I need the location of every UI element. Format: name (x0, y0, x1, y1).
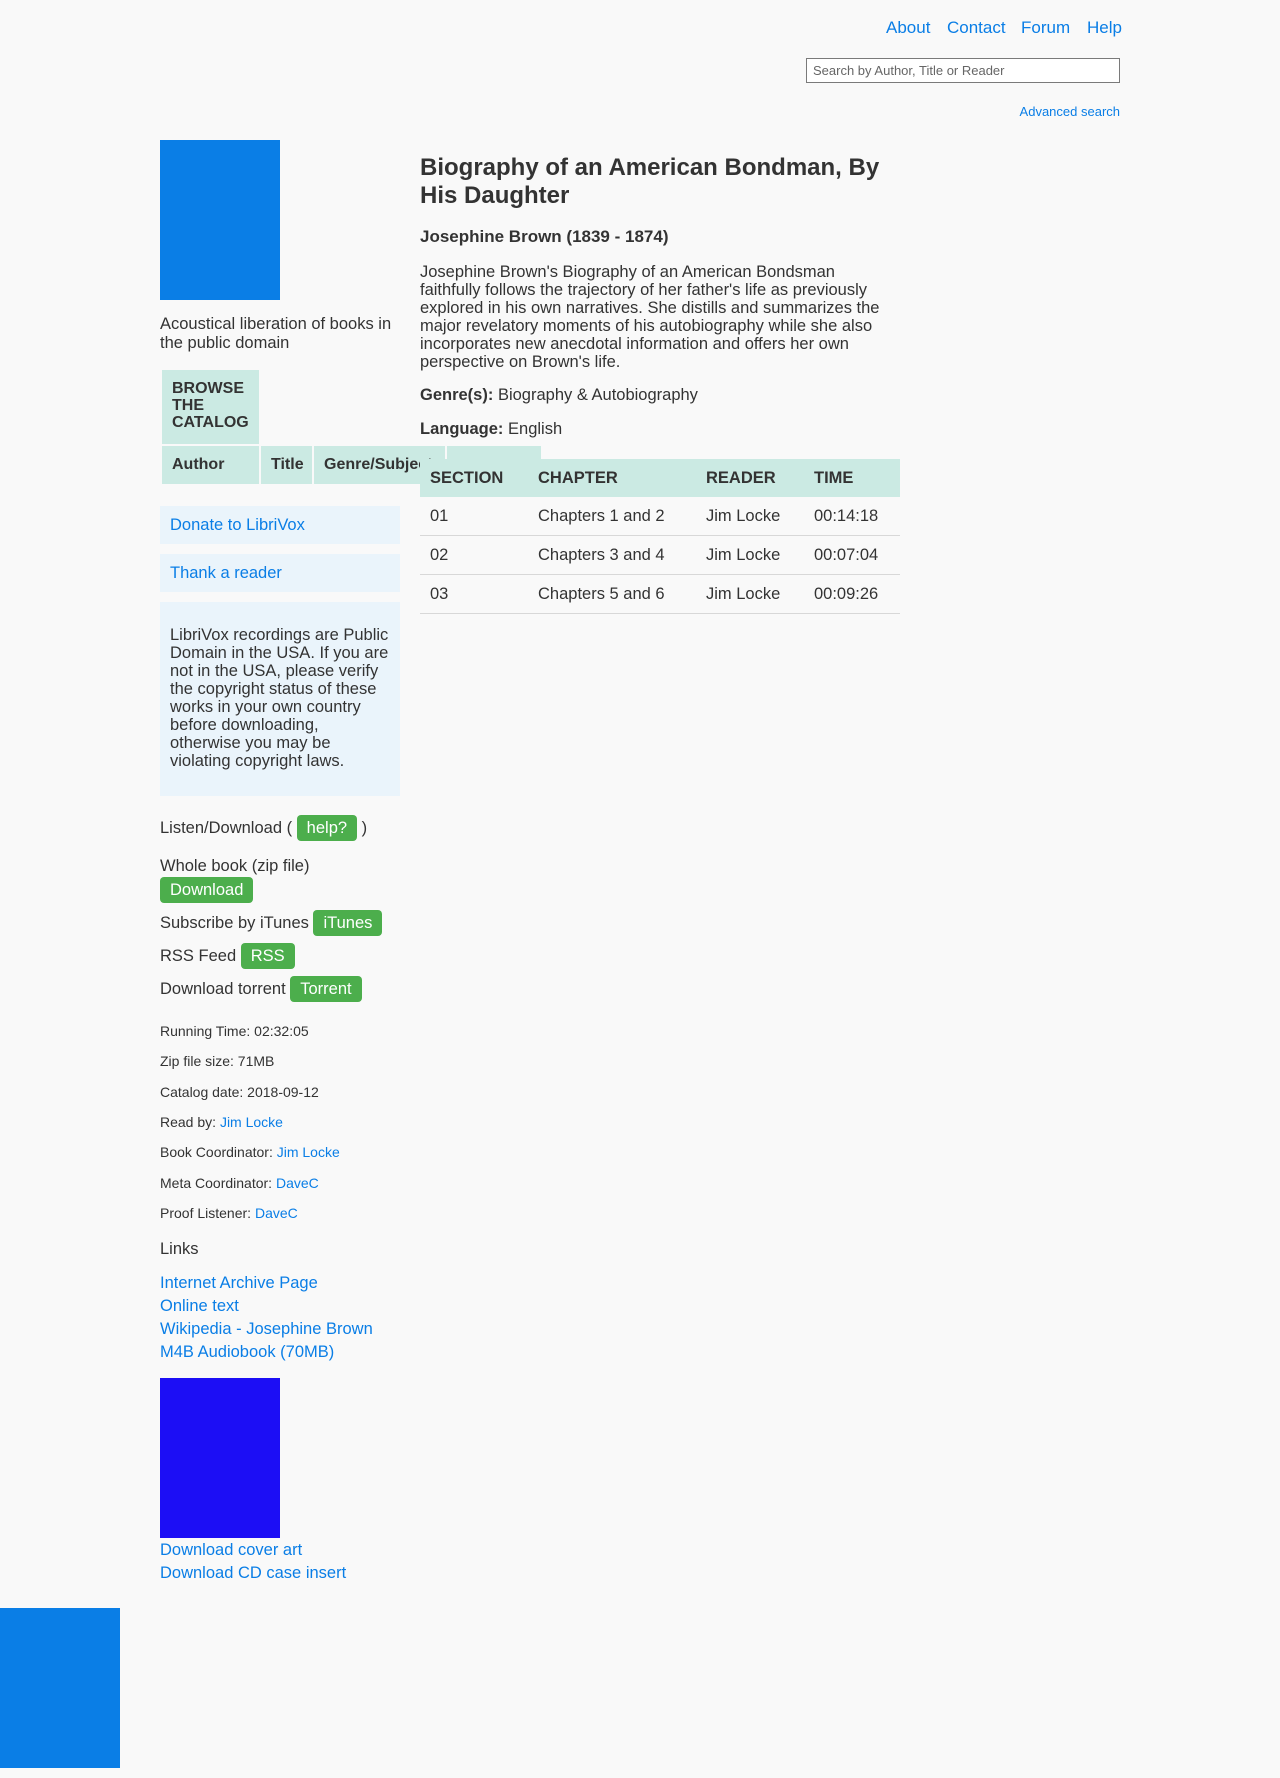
torrent-label: Download torrent (160, 980, 286, 998)
donate-box: Donate to LibriVox (160, 506, 400, 544)
sections-table: SECTION CHAPTER READER TIME 01 Chapters … (420, 459, 900, 614)
genre-label: Genre(s): (420, 386, 494, 404)
links-heading: Links (160, 1240, 199, 1258)
running-time: Running Time: 02:32:05 (160, 1023, 309, 1039)
reader-link[interactable]: Jim Locke (706, 507, 780, 525)
table-row: 03 Chapters 5 and 6 Jim Locke 00:09:26 (420, 574, 900, 614)
table-row: 01 Chapters 1 and 2 Jim Locke 00:14:18 (420, 497, 900, 536)
zip-file-size: Zip file size: 71MB (160, 1053, 275, 1069)
itunes-row: Subscribe by iTunes iTunes (160, 910, 383, 936)
thank-reader-link[interactable]: Thank a reader (170, 564, 282, 582)
rss-row: RSS Feed RSS (160, 943, 295, 969)
time-column-header: TIME (804, 459, 900, 497)
m4b-audiobook-link[interactable]: M4B Audiobook (70MB) (160, 1341, 373, 1364)
chapter-link[interactable]: Chapters 1 and 2 (538, 507, 665, 525)
chapter-column-header: CHAPTER (528, 459, 696, 497)
itunes-button[interactable]: iTunes (313, 910, 383, 936)
internet-archive-link[interactable]: Internet Archive Page (160, 1272, 373, 1295)
book-author: Josephine Brown (1839 - 1874) (420, 227, 669, 246)
download-cover-art-link[interactable]: Download cover art (160, 1539, 346, 1562)
listen-download-row: Listen/Download ( help? ) (160, 815, 367, 841)
thank-reader-box: Thank a reader (160, 554, 400, 592)
read-by: Read by: Jim Locke (160, 1114, 283, 1130)
proof-listener: Proof Listener: DaveC (160, 1205, 298, 1221)
links-list: Internet Archive Page Online text Wikipe… (160, 1272, 373, 1364)
chapter-link[interactable]: Chapters 5 and 6 (538, 585, 665, 603)
logo-image[interactable] (160, 140, 280, 300)
reader-link[interactable]: Jim Locke (706, 546, 780, 564)
section-column-header: SECTION (420, 459, 528, 497)
meta-coordinator-link[interactable]: DaveC (276, 1175, 319, 1191)
read-by-label: Read by: (160, 1114, 217, 1130)
proof-listener-label: Proof Listener: (160, 1205, 252, 1221)
search-input[interactable]: Search by Author, Title or Reader (806, 58, 1120, 83)
reader-column-header: READER (696, 459, 804, 497)
browse-title-tab[interactable]: Title (261, 446, 312, 484)
reader-link[interactable]: Jim Locke (706, 585, 780, 603)
section-time: 00:07:04 (804, 535, 900, 575)
help-button[interactable]: help? (296, 815, 358, 841)
cover-art-image[interactable] (160, 1378, 280, 1538)
table-row: 02 Chapters 3 and 4 Jim Locke 00:07:04 (420, 535, 900, 575)
advanced-search-link[interactable]: Advanced search (1020, 104, 1120, 119)
language-line: Language: English (420, 420, 562, 439)
rss-label: RSS Feed (160, 947, 237, 965)
catalog-date: Catalog date: 2018-09-12 (160, 1084, 319, 1100)
listen-download-label: Listen/Download ( (160, 819, 293, 837)
nav-help-link[interactable]: Help (1087, 18, 1122, 38)
torrent-button[interactable]: Torrent (290, 976, 362, 1002)
language-value: English (508, 420, 563, 438)
book-title: Biography of an American Bondman, By His… (420, 154, 880, 209)
whole-book-label: Whole book (zip file) (160, 857, 310, 875)
section-number: 02 (420, 535, 528, 575)
torrent-row: Download torrent Torrent (160, 976, 362, 1002)
section-number: 01 (420, 497, 528, 536)
section-time: 00:09:26 (804, 574, 900, 614)
section-time: 00:14:18 (804, 497, 900, 536)
proof-listener-link[interactable]: DaveC (255, 1205, 298, 1221)
chapter-link[interactable]: Chapters 3 and 4 (538, 546, 665, 564)
browse-author-tab[interactable]: Author (162, 446, 259, 484)
genre-value: Biography & Autobiography (497, 386, 698, 404)
meta-coordinator-label: Meta Coordinator: (160, 1175, 273, 1191)
rss-button[interactable]: RSS (240, 943, 295, 969)
book-description: Josephine Brown's Biography of an Americ… (420, 263, 880, 371)
download-zip-button[interactable]: Download (160, 877, 254, 903)
copyright-notice: LibriVox recordings are Public Domain in… (160, 602, 400, 796)
browse-heading: BROWSE THE CATALOG (162, 370, 259, 444)
tagline: Acoustical liberation of books in the pu… (160, 315, 392, 352)
genre-line: Genre(s): Biography & Autobiography (420, 386, 698, 405)
nav-about-link[interactable]: About (886, 18, 930, 38)
section-number: 03 (420, 574, 528, 614)
cover-downloads: Download cover art Download CD case inse… (160, 1539, 346, 1585)
listen-download-close: ) (361, 819, 368, 837)
book-coordinator-link[interactable]: Jim Locke (277, 1144, 340, 1160)
book-coordinator: Book Coordinator: Jim Locke (160, 1144, 340, 1160)
book-coordinator-label: Book Coordinator: (160, 1144, 273, 1160)
itunes-label: Subscribe by iTunes (160, 914, 309, 932)
footer-image (0, 1608, 120, 1768)
nav-contact-link[interactable]: Contact (947, 18, 1006, 38)
language-label: Language: (420, 420, 504, 438)
sections-header-row: SECTION CHAPTER READER TIME (420, 459, 900, 497)
reader-link[interactable]: Jim Locke (220, 1114, 283, 1130)
online-text-link[interactable]: Online text (160, 1295, 373, 1318)
nav-forum-link[interactable]: Forum (1021, 18, 1070, 38)
meta-coordinator: Meta Coordinator: DaveC (160, 1175, 319, 1191)
wikipedia-link[interactable]: Wikipedia - Josephine Brown (160, 1318, 373, 1341)
donate-link[interactable]: Donate to LibriVox (170, 516, 305, 534)
download-cd-insert-link[interactable]: Download CD case insert (160, 1562, 346, 1585)
